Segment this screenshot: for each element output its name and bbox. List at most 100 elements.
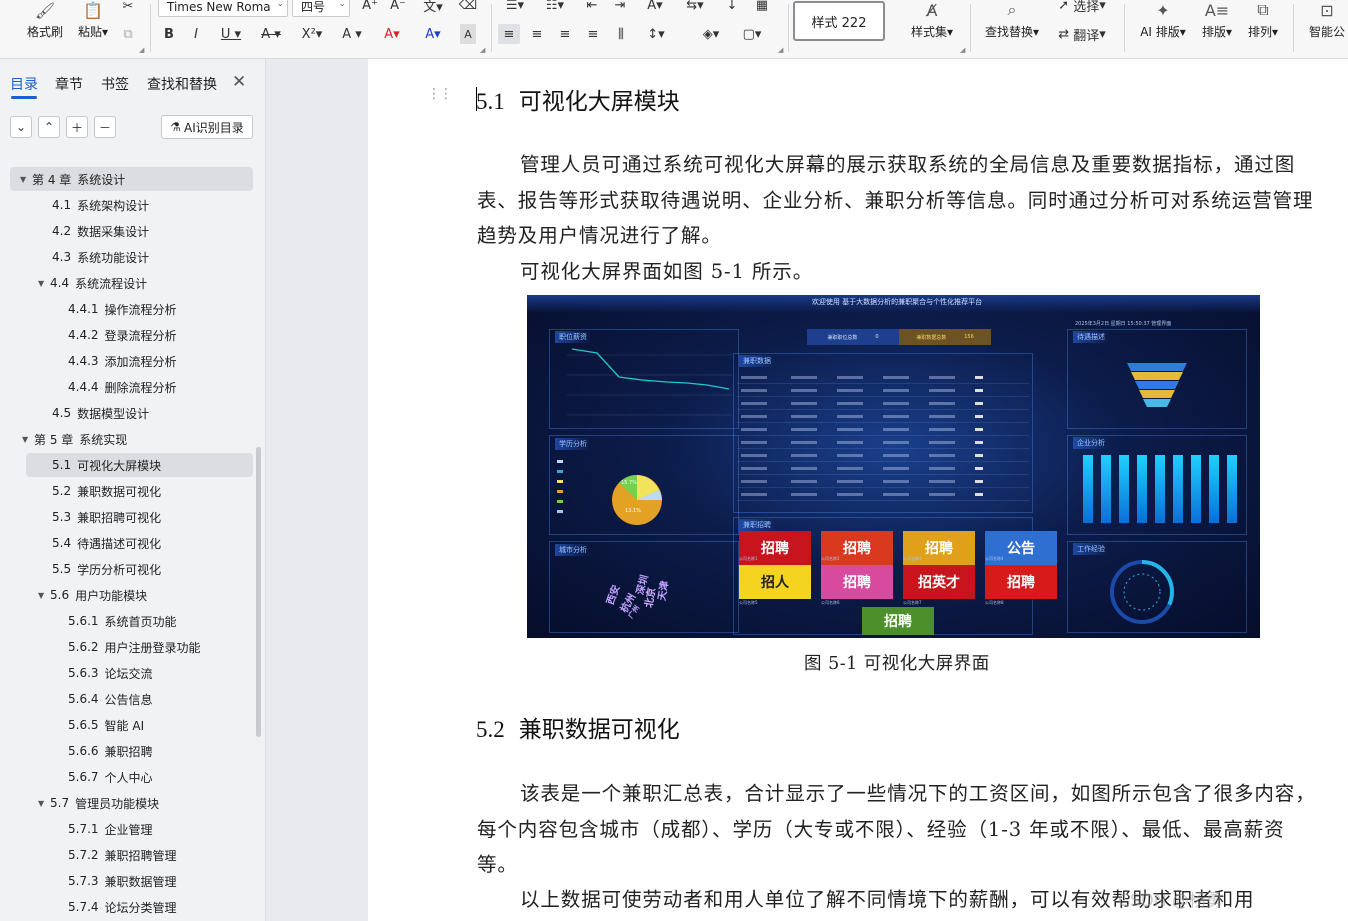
toc-item[interactable]: 5.4 待遇描述可视化: [52, 531, 161, 555]
distributed-icon[interactable]: ⫼: [611, 24, 631, 44]
toc-item[interactable]: 5.5 学历分析可视化: [52, 557, 161, 581]
font-color-icon[interactable]: A▾: [418, 24, 448, 44]
line-wrap-icon[interactable]: ⇆▾: [682, 0, 708, 15]
toc-item[interactable]: 5.7.3 兼职数据管理: [68, 869, 177, 893]
table-cell: [837, 427, 863, 431]
company-bar: [1173, 455, 1183, 523]
toc-item[interactable]: 5.6.4 公告信息: [68, 687, 153, 711]
toc-item[interactable]: 4.3 系统功能设计: [52, 245, 149, 269]
toc-item[interactable]: 5.6.7 个人中心: [68, 765, 153, 789]
ai-layout-button[interactable]: ✦ AI 排版▾: [1136, 0, 1190, 56]
toc-item[interactable]: ▼ 4.4 系统流程设计: [38, 271, 147, 295]
show-marks-icon[interactable]: ▦: [752, 0, 772, 15]
toc-item[interactable]: 5.6.3 论坛交流: [68, 661, 153, 685]
toc-item[interactable]: 5.3 兼职招聘可视化: [52, 505, 161, 529]
text-effect-icon[interactable]: A ▾: [337, 24, 367, 44]
bullet-list-icon[interactable]: ☰▾: [502, 0, 528, 15]
typeset-button[interactable]: A≡ 排版▾: [1198, 0, 1236, 56]
tab-find-replace[interactable]: 查找和替换: [147, 74, 217, 94]
expand-triangle-icon: ▼: [38, 590, 45, 600]
line-spacing-icon[interactable]: ↕▾: [643, 24, 669, 44]
justify-icon[interactable]: ≡: [583, 24, 603, 44]
toc-item[interactable]: ▼ 5.7 管理员功能模块: [38, 791, 159, 815]
table-cell: [791, 440, 817, 444]
toc-item[interactable]: ▼ 5.6 用户功能模块: [38, 583, 147, 607]
align-center-icon[interactable]: ≡: [527, 24, 547, 44]
style-preview[interactable]: 样式 222: [793, 1, 885, 41]
toc-item-ch5[interactable]: ▼ 第 5 章系统实现: [22, 427, 127, 451]
clear-format-icon[interactable]: ⌫: [458, 0, 478, 15]
table-cell: [791, 479, 817, 483]
close-icon[interactable]: ✕: [232, 72, 246, 92]
format-painter-button[interactable]: 🖌 格式刷: [26, 0, 64, 56]
select-button[interactable]: ➚ 选择 ▾: [1052, 0, 1112, 15]
table-cell: [883, 375, 909, 379]
toc-item[interactable]: 4.2 数据采集设计: [52, 219, 149, 243]
font-name-select[interactable]: Times New Roma ⌄: [158, 0, 288, 17]
toc-item[interactable]: 5.6.1 系统首页功能: [68, 609, 177, 633]
grow-font-icon[interactable]: A⁺: [360, 0, 380, 15]
table-cell: [975, 492, 983, 496]
table-cell: [837, 453, 863, 457]
toc-item-current[interactable]: 5.1 可视化大屏模块: [26, 453, 253, 477]
sort-icon[interactable]: ↓: [722, 0, 742, 15]
translate-button[interactable]: ⇄ 翻译 ▾: [1052, 24, 1112, 44]
bold-icon[interactable]: B: [160, 24, 178, 44]
smart-formula-button[interactable]: ⊡ 智能公: [1305, 0, 1348, 56]
ai-toc-button[interactable]: ⚗ AI识别目录: [161, 115, 253, 139]
table-cell: [929, 453, 955, 457]
arrange-button[interactable]: ⧉ 排列▾: [1244, 0, 1282, 56]
cut-icon[interactable]: ✂: [118, 0, 138, 16]
expand-triangle-icon: ▼: [38, 798, 45, 808]
toc-item[interactable]: 5.7.4 论坛分类管理: [68, 895, 177, 919]
active-tab-indicator: [11, 96, 37, 99]
italic-icon[interactable]: I: [187, 24, 205, 44]
toc-item[interactable]: 5.7.1 企业管理: [68, 817, 153, 841]
toc-item[interactable]: 4.4.4 删除流程分析: [68, 375, 177, 399]
increase-indent-icon[interactable]: ⇥: [610, 0, 630, 15]
add-heading-button[interactable]: ＋: [66, 116, 88, 138]
remove-heading-button[interactable]: －: [94, 116, 116, 138]
toc-item[interactable]: 4.1 系统架构设计: [52, 193, 149, 217]
phonetic-icon[interactable]: 文▾: [418, 0, 448, 15]
recruit-caption: 公司名称4: [985, 556, 1004, 561]
char-shading-icon[interactable]: A: [460, 24, 476, 44]
decrease-indent-icon[interactable]: ⇤: [582, 0, 602, 15]
chinese-layout-icon[interactable]: A▾: [642, 0, 668, 15]
collapse-all-button[interactable]: ⌄: [10, 116, 32, 138]
toc-item[interactable]: 4.4.1 操作流程分析: [68, 297, 177, 321]
shading-icon[interactable]: ◈▾: [698, 24, 724, 44]
toc-item-ch4[interactable]: ▼ 第 4 章系统设计: [10, 167, 253, 191]
align-left-icon[interactable]: ≡: [498, 24, 520, 44]
nav-scrollbar[interactable]: [256, 447, 261, 737]
plus-icon: ＋: [70, 120, 83, 135]
tab-chapters[interactable]: 章节: [55, 74, 83, 94]
superscript-icon[interactable]: X²▾: [297, 24, 327, 44]
toc-item[interactable]: 4.4.2 登录流程分析: [68, 323, 177, 347]
dashboard-figure[interactable]: 欢迎使用 基于大数据分析的兼职聚合与个性化推荐平台 2025年3月2日 星期日 …: [527, 295, 1260, 638]
toc-item[interactable]: 5.2 兼职数据可视化: [52, 479, 161, 503]
align-right-icon[interactable]: ≡: [555, 24, 575, 44]
font-size-select[interactable]: 四号 ⌄: [292, 0, 350, 17]
tab-toc[interactable]: 目录: [10, 74, 38, 94]
paragraph: 该表是一个兼职汇总表，合计显示了一些情况下的工资区间，如图所示包含了很多内容，每…: [477, 782, 1316, 876]
toc-item[interactable]: 4.4.3 添加流程分析: [68, 349, 177, 373]
shrink-font-icon[interactable]: A⁻: [388, 0, 408, 15]
toc-item[interactable]: 5.6.5 智能 AI: [68, 713, 144, 737]
drag-handle-icon[interactable]: ⋮⋮: [427, 86, 453, 102]
underline-icon[interactable]: U ▾: [216, 24, 246, 44]
paste-button[interactable]: 📋 粘贴▾: [74, 0, 112, 56]
numbered-list-icon[interactable]: ☷▾: [542, 0, 568, 15]
toc-item[interactable]: 5.7.2 兼职招聘管理: [68, 843, 177, 867]
find-replace-button[interactable]: ⌕ 查找替换▾: [982, 0, 1042, 56]
expand-up-button[interactable]: ⌃: [38, 116, 60, 138]
strikethrough-icon[interactable]: A ▾: [256, 24, 286, 44]
tab-bookmarks[interactable]: 书签: [101, 74, 129, 94]
copy-icon[interactable]: ⧉: [118, 24, 138, 44]
borders-icon[interactable]: ▢▾: [738, 24, 766, 44]
toc-item[interactable]: 4.5 数据模型设计: [52, 401, 149, 425]
toc-item[interactable]: 5.6.6 兼职招聘: [68, 739, 153, 763]
toc-item[interactable]: 5.6.2 用户注册登录功能: [68, 635, 201, 659]
highlight-icon[interactable]: A▾: [377, 24, 407, 44]
style-set-button[interactable]: A̸ 样式集▾: [906, 0, 958, 56]
